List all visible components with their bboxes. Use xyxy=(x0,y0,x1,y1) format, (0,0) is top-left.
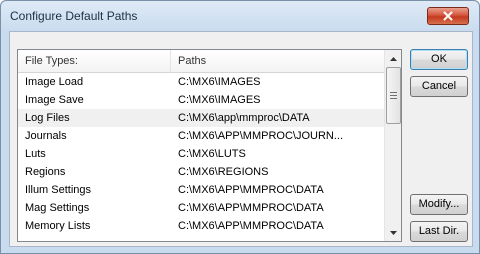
list-row[interactable]: Image Save C:\MX6\IMAGES xyxy=(18,91,384,109)
file-type-cell: Luts xyxy=(25,148,46,160)
path-cell: C:\MX6\REGIONS xyxy=(178,166,269,178)
close-x-icon xyxy=(443,11,453,21)
dialog-client-area: File Types: Paths Image Load C:\MX6\IMAGE… xyxy=(9,31,473,247)
file-type-cell: Mag Settings xyxy=(25,202,90,214)
arrow-up-icon xyxy=(390,56,397,61)
path-cell: C:\MX6\IMAGES xyxy=(178,94,261,106)
list-row[interactable]: Log Files C:\MX6\app\mmproc\DATA xyxy=(18,109,384,127)
scroll-up-button[interactable] xyxy=(385,50,401,67)
grip-icon xyxy=(390,92,397,99)
file-type-cell: Log Files xyxy=(25,112,70,124)
file-type-cell: Image Save xyxy=(25,94,84,106)
scroll-thumb[interactable] xyxy=(386,67,401,124)
ok-button[interactable]: OK xyxy=(410,49,468,70)
arrow-down-icon xyxy=(390,230,397,235)
list-rows: Image Load C:\MX6\IMAGES Image Save C:\MX6\… xyxy=(18,73,384,235)
column-header-paths[interactable]: Paths xyxy=(171,50,384,73)
file-type-cell: Journals xyxy=(25,130,67,142)
path-cell: C:\MX6\app\mmproc\DATA xyxy=(178,112,310,124)
scroll-down-button[interactable] xyxy=(385,224,401,241)
list-row[interactable]: Illum Settings C:\MX6\APP\MMPROC\DATA xyxy=(18,181,384,199)
close-button[interactable] xyxy=(427,7,469,25)
list-row[interactable]: Luts C:\MX6\LUTS xyxy=(18,145,384,163)
list-row[interactable]: Regions C:\MX6\REGIONS xyxy=(18,163,384,181)
path-cell: C:\MX6\APP\MMPROC\DATA xyxy=(178,184,324,196)
path-cell: C:\MX6\APP\MMPROC\JOURN... xyxy=(178,130,344,142)
path-cell: C:\MX6\APP\MMPROC\DATA xyxy=(178,202,324,214)
paths-list-view[interactable]: File Types: Paths Image Load C:\MX6\IMAGE… xyxy=(17,49,402,242)
list-row[interactable]: Journals C:\MX6\APP\MMPROC\JOURN... xyxy=(18,127,384,145)
path-cell: C:\MX6\LUTS xyxy=(178,148,246,160)
last-dir-button[interactable]: Last Dir. xyxy=(410,221,468,242)
dialog-window: Configure Default Paths File Types: Path… xyxy=(0,0,480,254)
file-type-cell: Memory Lists xyxy=(25,220,91,232)
file-type-cell: Regions xyxy=(25,166,66,178)
title-bar[interactable]: Configure Default Paths xyxy=(1,1,479,31)
list-row[interactable]: Memory Lists C:\MX6\APP\MMPROC\DATA xyxy=(18,217,384,235)
list-row[interactable]: Mag Settings C:\MX6\APP\MMPROC\DATA xyxy=(18,199,384,217)
file-type-cell: Illum Settings xyxy=(25,184,92,196)
path-cell: C:\MX6\APP\MMPROC\DATA xyxy=(178,220,324,232)
list-header: File Types: Paths xyxy=(18,50,384,73)
vertical-scrollbar[interactable] xyxy=(384,50,401,241)
column-header-file-types[interactable]: File Types: xyxy=(18,50,171,73)
cancel-button[interactable]: Cancel xyxy=(410,76,468,97)
modify-button[interactable]: Modify... xyxy=(410,194,468,215)
list-row[interactable]: Image Load C:\MX6\IMAGES xyxy=(18,73,384,91)
file-type-cell: Image Load xyxy=(25,76,84,88)
window-title: Configure Default Paths xyxy=(10,9,138,23)
path-cell: C:\MX6\IMAGES xyxy=(178,76,261,88)
